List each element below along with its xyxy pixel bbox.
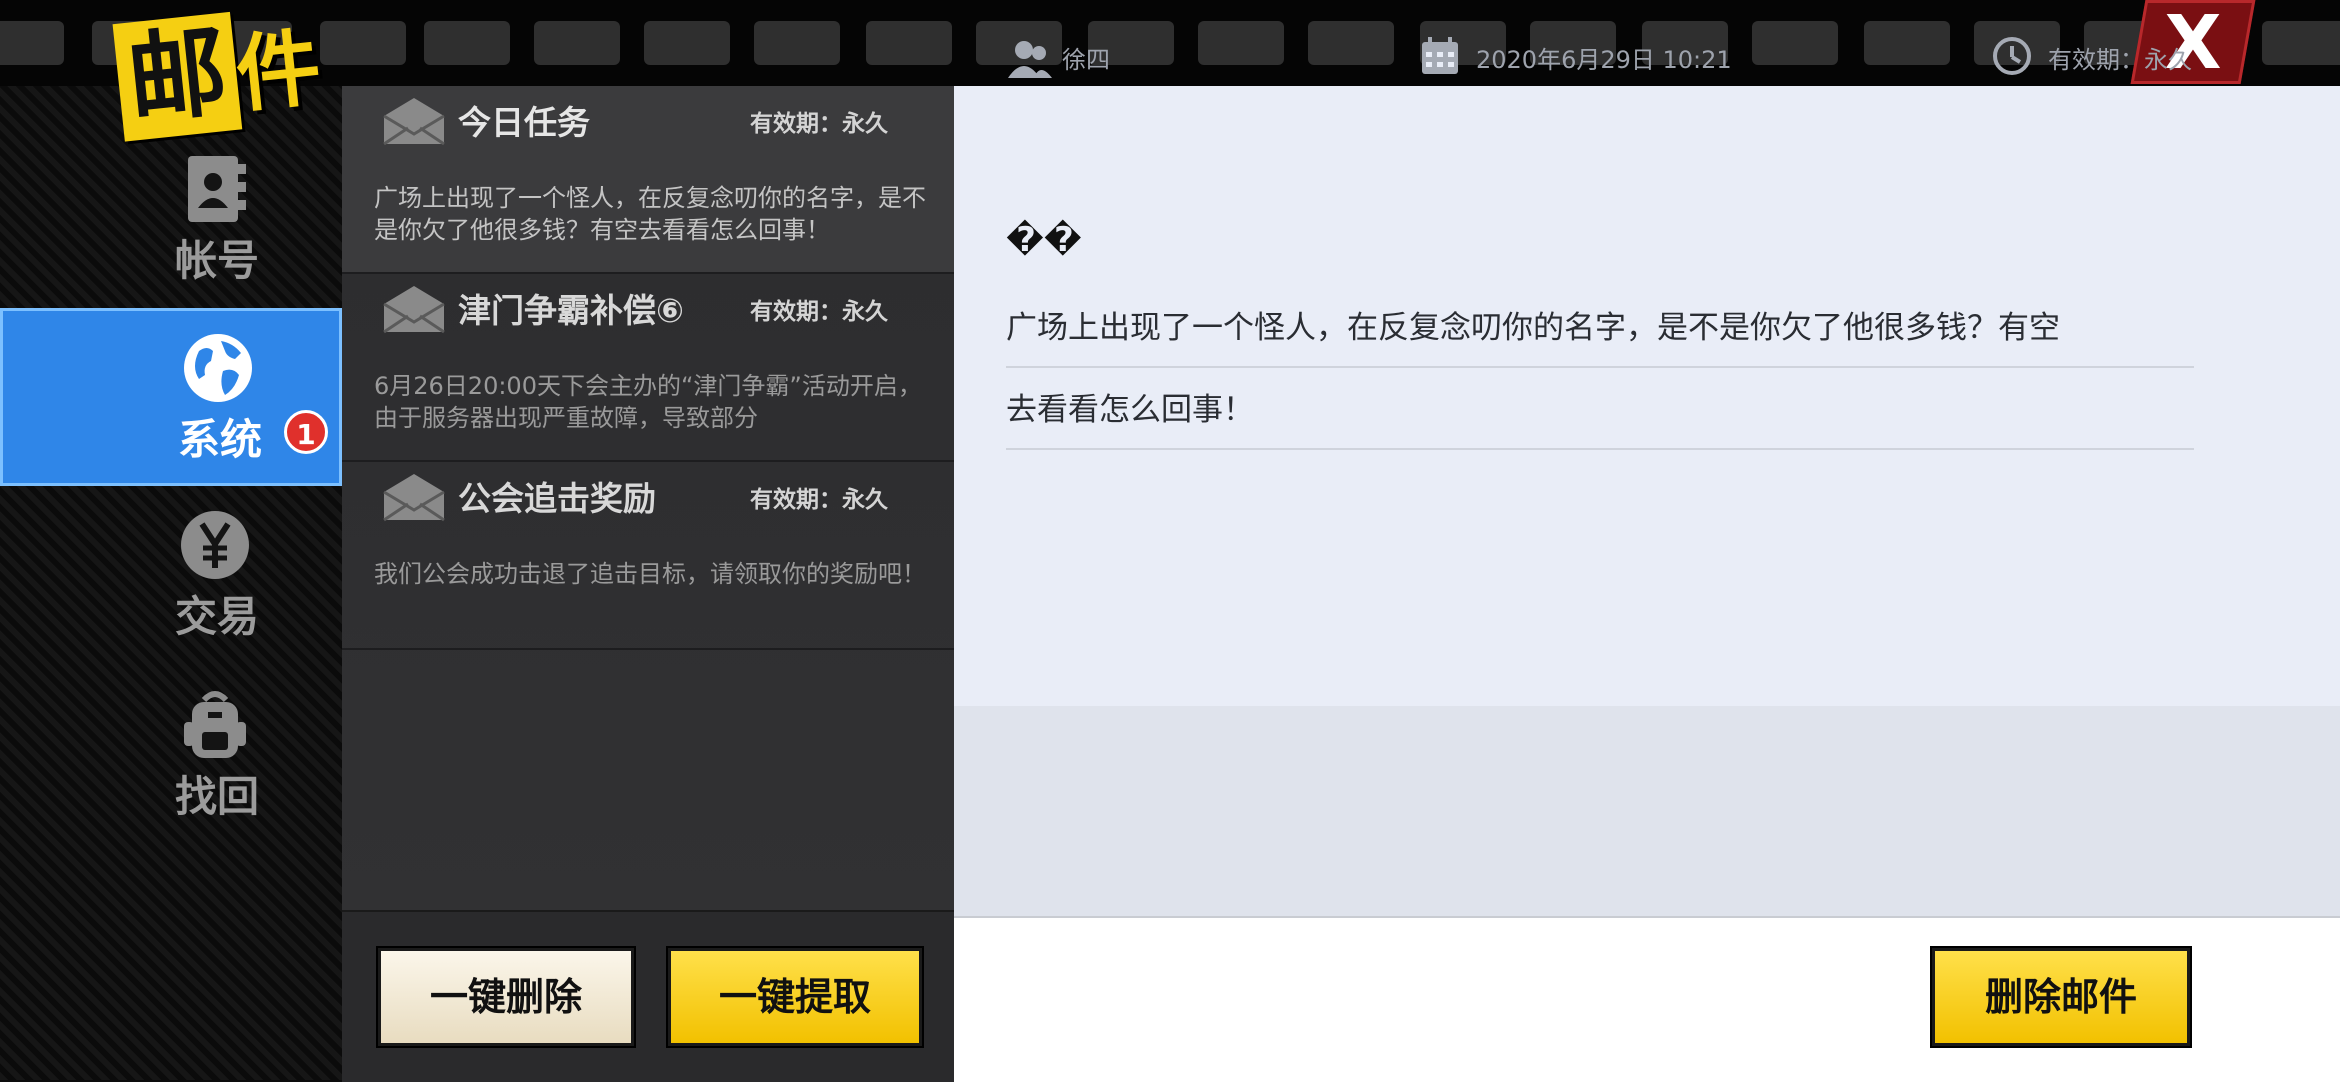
people-icon — [1008, 41, 1052, 78]
mail-list-item[interactable]: 津门争霸补偿⑥ 有效期：永久 6月26日20:00天下会主办的“津门争霸”活动开… — [342, 274, 954, 462]
contact-book-icon — [188, 156, 246, 222]
sender-meta: 徐四 — [1006, 36, 1226, 84]
mail-title: 津门争霸补偿⑥ — [458, 291, 684, 330]
mail-validity: 有效期：永久 — [750, 487, 888, 513]
yen-coin-icon — [181, 511, 249, 579]
delete-mail-button[interactable]: 删除邮件 — [1932, 948, 2190, 1046]
envelope-icon — [383, 286, 445, 334]
mail-date: 2020年6月29日 10:21 — [1476, 46, 1732, 74]
title-char-1: 邮 — [112, 11, 243, 142]
sidebar-item-label: 找回 — [174, 772, 259, 821]
film-hole — [754, 21, 840, 65]
validity-meta: 有效期：永久 — [1992, 36, 2232, 84]
mail-preview: 6月26日20:00天下会主办的“津门争霸”活动开启，由于服务器出现严重故障，导… — [374, 372, 922, 432]
backpack-icon — [184, 691, 246, 758]
mail-validity-detail: 有效期：永久 — [2048, 46, 2192, 74]
film-hole — [1308, 21, 1394, 65]
clock-icon — [1993, 37, 2031, 75]
sender-name: 徐四 — [1062, 46, 1110, 74]
mail-validity: 有效期：永久 — [750, 111, 888, 137]
mail-detail-lower-area — [954, 706, 2340, 916]
film-hole — [1864, 21, 1950, 65]
delete-all-button[interactable]: 一键删除 — [378, 948, 634, 1046]
mail-title-stamp: 邮 件 — [106, 0, 358, 146]
sidebar-item-label: 系统 — [177, 415, 262, 464]
film-hole — [1752, 21, 1838, 65]
mail-list-item[interactable]: 公会追击奖励 有效期：永久 我们公会成功击退了追击目标，请领取你的奖励吧！ — [342, 462, 954, 650]
date-meta: 2020年6月29日 10:21 — [1420, 36, 1750, 84]
mail-title: 今日任务 — [458, 103, 590, 142]
mail-preview: 广场上出现了一个怪人，在反复念叨你的名字，是不是你欠了他很多钱？有空去看看怎么回… — [374, 184, 926, 244]
film-hole — [2262, 21, 2340, 65]
trade-notification-badge: 1 — [284, 410, 328, 454]
film-hole — [534, 21, 620, 65]
mail-preview: 我们公会成功击退了追击目标，请领取你的奖励吧！ — [374, 560, 926, 588]
envelope-icon — [383, 98, 445, 146]
calendar-icon — [1422, 37, 1458, 74]
film-hole — [0, 21, 64, 65]
film-hole — [424, 21, 510, 65]
mail-body-line: 去看看怎么回事！ — [1006, 388, 2194, 450]
sidebar-item-account[interactable]: 帐号 — [0, 132, 342, 310]
envelope-icon — [383, 474, 445, 522]
title-char-2: 件 — [231, 17, 326, 125]
mail-validity: 有效期：永久 — [750, 299, 888, 325]
mail-body-line: 广场上出现了一个怪人，在反复念叨你的名字，是不是你欠了他很多钱？有空 — [1006, 306, 2194, 368]
sidebar-item-system[interactable]: 系统 — [0, 308, 342, 486]
film-hole — [866, 21, 952, 65]
sidebar-item-label: 交易 — [174, 592, 259, 641]
sidebar-item-label: 帐号 — [174, 236, 259, 285]
claim-all-button[interactable]: 一键提取 — [668, 948, 922, 1046]
sidebar-item-retrieve[interactable]: 找回 — [0, 668, 342, 846]
mail-heading: �� — [1006, 220, 1082, 260]
mail-list-item[interactable]: 今日任务 有效期：永久 广场上出现了一个怪人，在反复念叨你的名字，是不是你欠了他… — [342, 86, 954, 274]
globe-icon — [184, 334, 252, 402]
sidebar-item-trade[interactable]: 交易 — [0, 488, 342, 666]
film-hole — [644, 21, 730, 65]
mail-title: 公会追击奖励 — [458, 479, 656, 518]
